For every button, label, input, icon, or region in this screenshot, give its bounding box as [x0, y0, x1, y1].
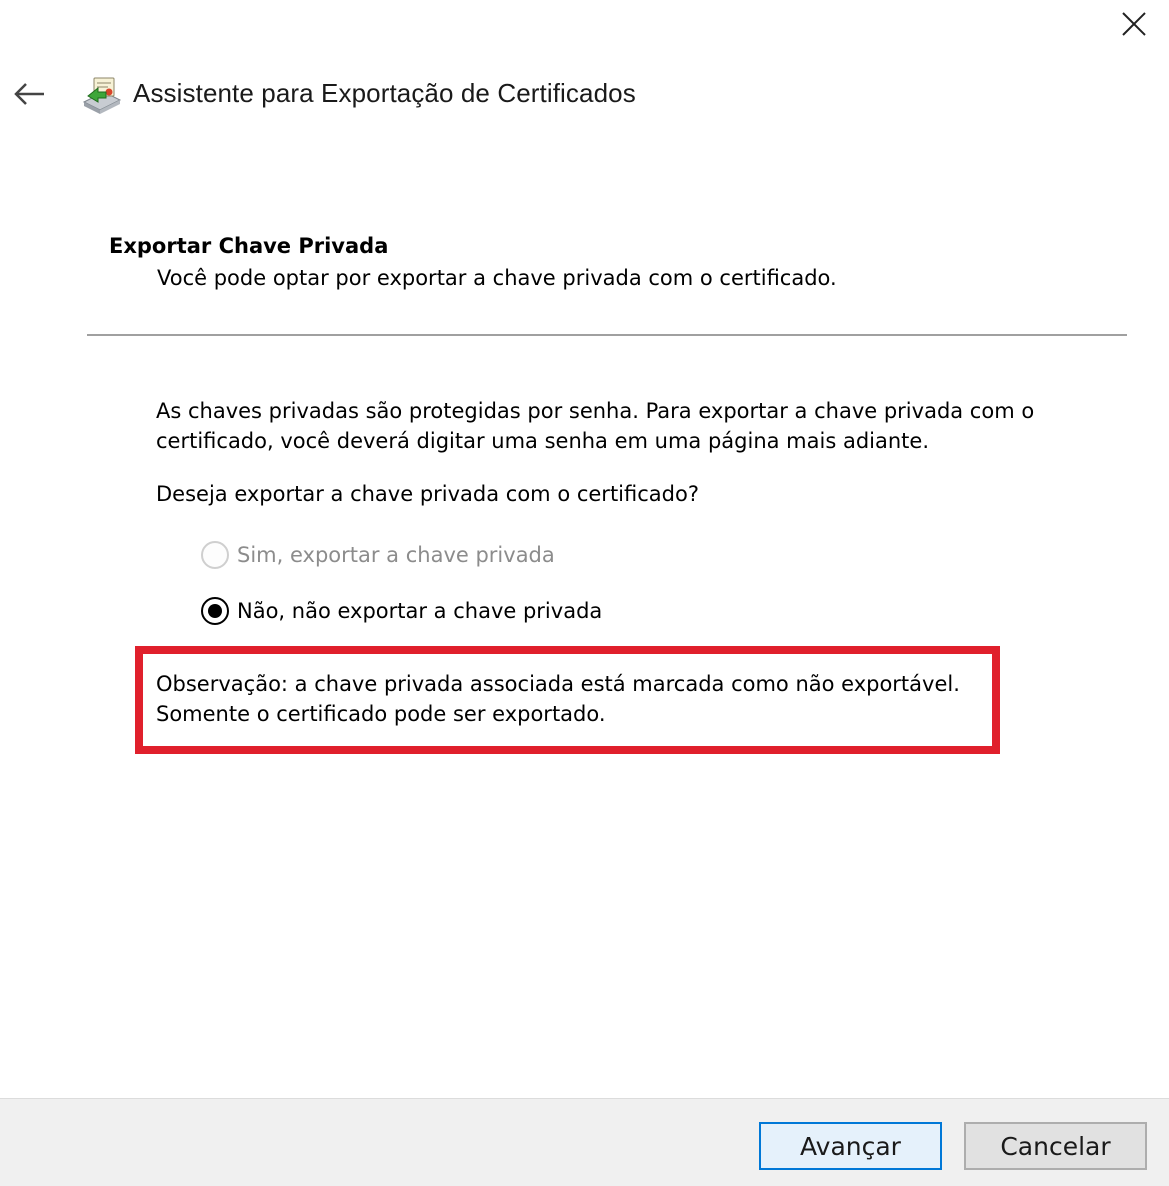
radio-export-private-key: Sim, exportar a chave privada: [201, 541, 555, 569]
note-line-1: Observação: a chave privada associada es…: [156, 672, 960, 696]
header-separator: [87, 334, 1127, 336]
close-icon: [1122, 12, 1146, 36]
description-text: As chaves privadas são protegidas por se…: [156, 399, 1035, 453]
next-button[interactable]: Avançar: [759, 1122, 942, 1170]
cancel-button[interactable]: Cancelar: [964, 1122, 1147, 1170]
radio-button-selected[interactable]: [201, 597, 229, 625]
radio-button-disabled: [201, 541, 229, 569]
back-arrow-icon: [14, 83, 44, 105]
page-heading: Exportar Chave Privada: [109, 234, 389, 258]
certificate-wizard-icon: [82, 77, 122, 114]
note-text: Observação: a chave privada associada es…: [156, 669, 996, 729]
export-question: Deseja exportar a chave privada com o ce…: [156, 482, 699, 506]
wizard-title: Assistente para Exportação de Certificad…: [133, 78, 636, 108]
export-wizard-dialog: Assistente para Exportação de Certificad…: [0, 0, 1169, 1186]
close-button[interactable]: [1112, 4, 1156, 44]
page-subheading: Você pode optar por exportar a chave pri…: [157, 266, 837, 290]
radio-label-no: Não, não exportar a chave privada: [237, 599, 603, 623]
note-line-2: Somente o certificado pode ser exportado…: [156, 702, 606, 726]
radio-do-not-export-private-key[interactable]: Não, não exportar a chave privada: [201, 597, 602, 625]
radio-label-yes: Sim, exportar a chave privada: [237, 543, 555, 567]
dialog-footer: Avançar Cancelar: [0, 1098, 1169, 1186]
back-button[interactable]: [8, 74, 52, 114]
